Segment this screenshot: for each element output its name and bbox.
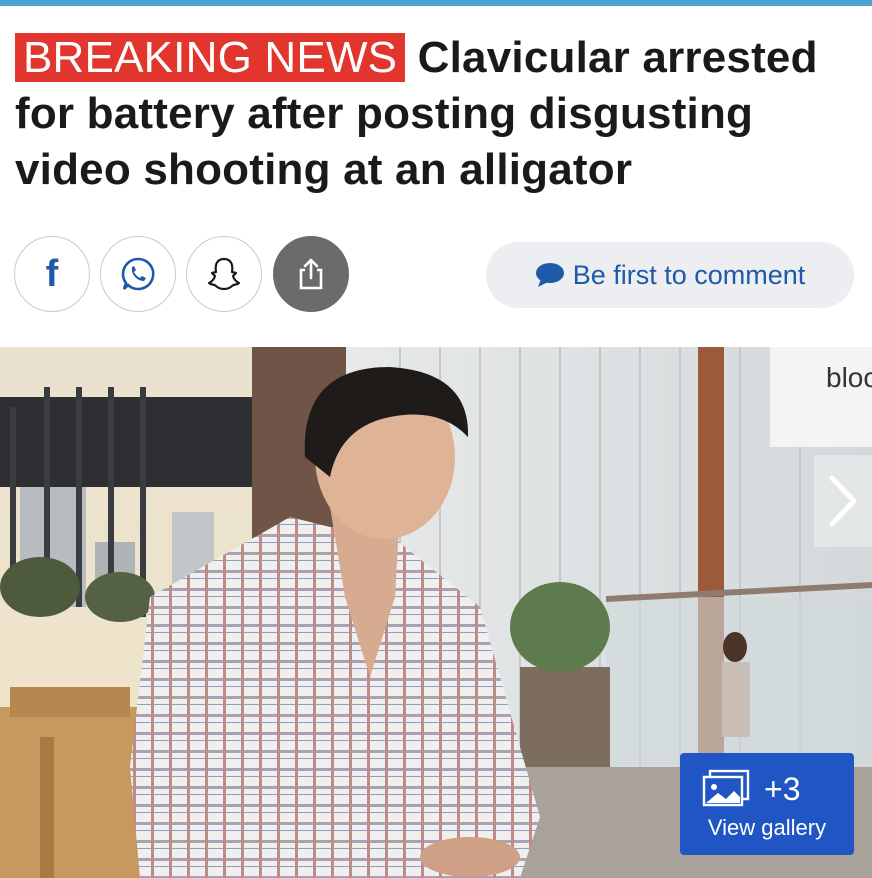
comment-label: Be first to comment: [572, 259, 806, 290]
gallery-icon: [702, 769, 750, 807]
snapchat-icon: [207, 257, 241, 291]
gallery-next-button[interactable]: [814, 455, 872, 547]
comment-button[interactable]: Be first to comment: [486, 242, 854, 308]
share-button[interactable]: [273, 236, 349, 312]
facebook-share-button[interactable]: f: [14, 236, 90, 312]
chevron-right-icon: [829, 475, 857, 527]
store-sign: bloo: [826, 362, 872, 393]
article-headline: BREAKING NEWS Clavicular arrested for ba…: [15, 30, 860, 198]
top-accent-bar: [0, 0, 872, 6]
breaking-news-badge: BREAKING NEWS: [15, 33, 406, 82]
view-gallery-button[interactable]: +3 View gallery: [680, 753, 854, 855]
whatsapp-icon: [121, 257, 155, 291]
gallery-count: +3: [764, 771, 801, 807]
snapchat-share-button[interactable]: [186, 236, 262, 312]
share-bar: f Be first to comment: [0, 236, 872, 314]
gallery-label: View gallery: [707, 815, 827, 840]
comment-bubble-icon: [535, 263, 564, 287]
whatsapp-share-button[interactable]: [100, 236, 176, 312]
facebook-icon: f: [45, 253, 59, 295]
share-icon: [299, 258, 323, 290]
